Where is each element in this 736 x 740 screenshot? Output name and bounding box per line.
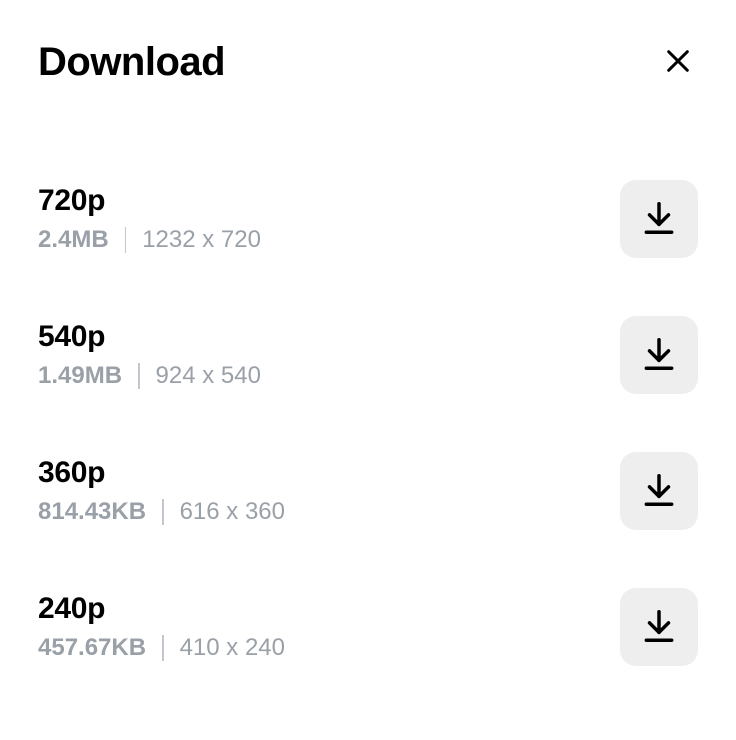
- meta-divider: [162, 499, 164, 525]
- download-button[interactable]: [620, 180, 698, 258]
- download-option-row: 720p 2.4MB 1232 x 720: [38, 180, 698, 258]
- option-label: 720p: [38, 184, 261, 218]
- header: Download: [38, 40, 698, 85]
- option-meta: 457.67KB 410 x 240: [38, 634, 285, 662]
- option-size: 1.49MB: [38, 362, 122, 390]
- download-button[interactable]: [620, 316, 698, 394]
- download-icon: [640, 607, 678, 648]
- close-icon: [664, 47, 692, 78]
- option-dimensions: 616 x 360: [180, 498, 285, 526]
- option-label: 360p: [38, 456, 285, 490]
- meta-divider: [138, 363, 140, 389]
- option-info: 360p 814.43KB 616 x 360: [38, 456, 285, 526]
- option-label: 540p: [38, 320, 261, 354]
- download-option-row: 360p 814.43KB 616 x 360: [38, 452, 698, 530]
- option-size: 814.43KB: [38, 498, 146, 526]
- option-meta: 1.49MB 924 x 540: [38, 362, 261, 390]
- download-icon: [640, 199, 678, 240]
- download-button[interactable]: [620, 452, 698, 530]
- close-button[interactable]: [658, 43, 698, 83]
- option-dimensions: 1232 x 720: [142, 226, 261, 254]
- option-info: 540p 1.49MB 924 x 540: [38, 320, 261, 390]
- page-title: Download: [38, 40, 225, 85]
- option-info: 720p 2.4MB 1232 x 720: [38, 184, 261, 254]
- download-option-row: 540p 1.49MB 924 x 540: [38, 316, 698, 394]
- option-size: 457.67KB: [38, 634, 146, 662]
- option-meta: 2.4MB 1232 x 720: [38, 226, 261, 254]
- meta-divider: [162, 635, 164, 661]
- download-button[interactable]: [620, 588, 698, 666]
- download-option-row: 240p 457.67KB 410 x 240: [38, 588, 698, 666]
- option-size: 2.4MB: [38, 226, 109, 254]
- meta-divider: [125, 227, 127, 253]
- option-dimensions: 410 x 240: [180, 634, 285, 662]
- option-meta: 814.43KB 616 x 360: [38, 498, 285, 526]
- option-label: 240p: [38, 592, 285, 626]
- download-icon: [640, 471, 678, 512]
- option-info: 240p 457.67KB 410 x 240: [38, 592, 285, 662]
- download-options-list: 720p 2.4MB 1232 x 720 540p 1.49MB: [38, 180, 698, 666]
- download-icon: [640, 335, 678, 376]
- option-dimensions: 924 x 540: [156, 362, 261, 390]
